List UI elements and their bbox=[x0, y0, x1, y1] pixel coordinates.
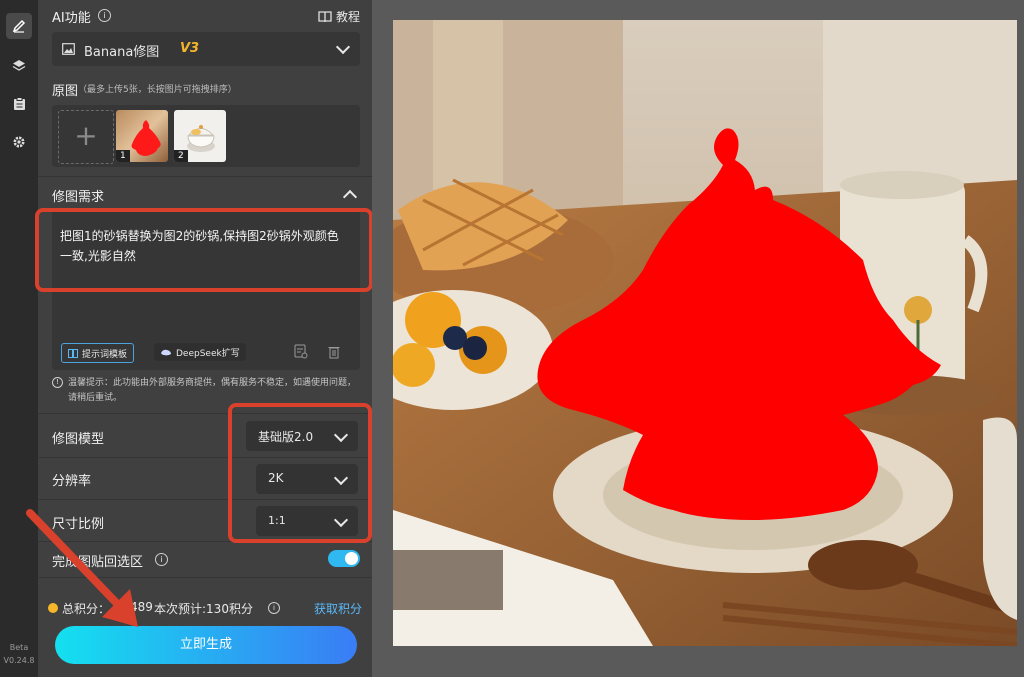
layers-icon bbox=[12, 60, 26, 71]
add-image-button[interactable]: + bbox=[58, 110, 114, 164]
version-label: V0.24.8 bbox=[3, 656, 35, 665]
notice-text: 温馨提示：此功能由外部服务商提供，偶有服务不稳定，如遇使用问题，请稍后重试。 bbox=[68, 378, 357, 403]
panel-title: AI功能 bbox=[52, 11, 91, 26]
clipboard-icon bbox=[13, 97, 25, 110]
annotation-box-request bbox=[35, 208, 373, 292]
deepseek-label: DeepSeek扩写 bbox=[176, 348, 240, 359]
gear-icon bbox=[13, 136, 25, 148]
paste-back-toggle[interactable] bbox=[328, 550, 360, 567]
thumbnail-index: 1 bbox=[116, 150, 130, 162]
thumbnail[interactable]: 1 bbox=[116, 110, 168, 162]
chevron-down-icon bbox=[335, 39, 351, 55]
image-icon bbox=[62, 43, 75, 55]
feature-select[interactable]: Banana修图 V3 bbox=[52, 32, 360, 66]
tutorial-link[interactable]: 教程 bbox=[318, 8, 360, 25]
source-hint: （最多上传5张，长按图片可拖拽排序） bbox=[78, 85, 237, 95]
edited-photo[interactable] bbox=[393, 20, 1017, 646]
edit-tool-button[interactable] bbox=[6, 13, 32, 39]
clipboard-tool-button[interactable] bbox=[6, 91, 32, 117]
deepseek-button[interactable]: DeepSeek扩写 bbox=[154, 343, 246, 361]
book-icon bbox=[318, 10, 332, 22]
info-icon[interactable]: i bbox=[98, 9, 111, 22]
request-title: 修图需求 bbox=[52, 190, 105, 205]
thumbnail-tray: + 1 2 bbox=[52, 105, 360, 167]
annotation-box-settings bbox=[228, 403, 372, 543]
prompt-template-label: 提示词模板 bbox=[82, 349, 128, 360]
get-points-link[interactable]: 获取积分 bbox=[314, 600, 362, 617]
history-icon[interactable] bbox=[294, 344, 308, 359]
trash-icon[interactable] bbox=[328, 345, 340, 359]
toggle-knob bbox=[345, 552, 358, 565]
tutorial-label: 教程 bbox=[336, 10, 361, 24]
thumbnail-index: 2 bbox=[174, 150, 188, 162]
chevron-up-icon[interactable] bbox=[342, 189, 358, 205]
version-badge: V3 bbox=[180, 41, 200, 56]
model-label: 修图模型 bbox=[52, 432, 105, 447]
annotation-arrow bbox=[26, 509, 138, 627]
pencil-icon bbox=[12, 19, 26, 33]
thumbnail[interactable]: 2 bbox=[174, 110, 226, 162]
source-title: 原图 bbox=[52, 84, 79, 99]
settings-tool-button[interactable] bbox=[6, 129, 32, 155]
info-icon[interactable]: i bbox=[268, 602, 280, 614]
resolution-label: 分辨率 bbox=[52, 474, 92, 489]
layers-tool-button[interactable] bbox=[6, 53, 32, 79]
prompt-template-button[interactable]: 提示词模板 bbox=[61, 343, 135, 363]
estimate-label: 本次预计:130积分 bbox=[154, 602, 253, 616]
book-icon bbox=[68, 348, 78, 358]
divider bbox=[38, 176, 372, 177]
notice-icon: ! bbox=[52, 377, 63, 388]
whale-icon bbox=[161, 349, 171, 355]
beta-label: Beta bbox=[9, 643, 29, 652]
feature-name: Banana修图 bbox=[84, 45, 160, 60]
